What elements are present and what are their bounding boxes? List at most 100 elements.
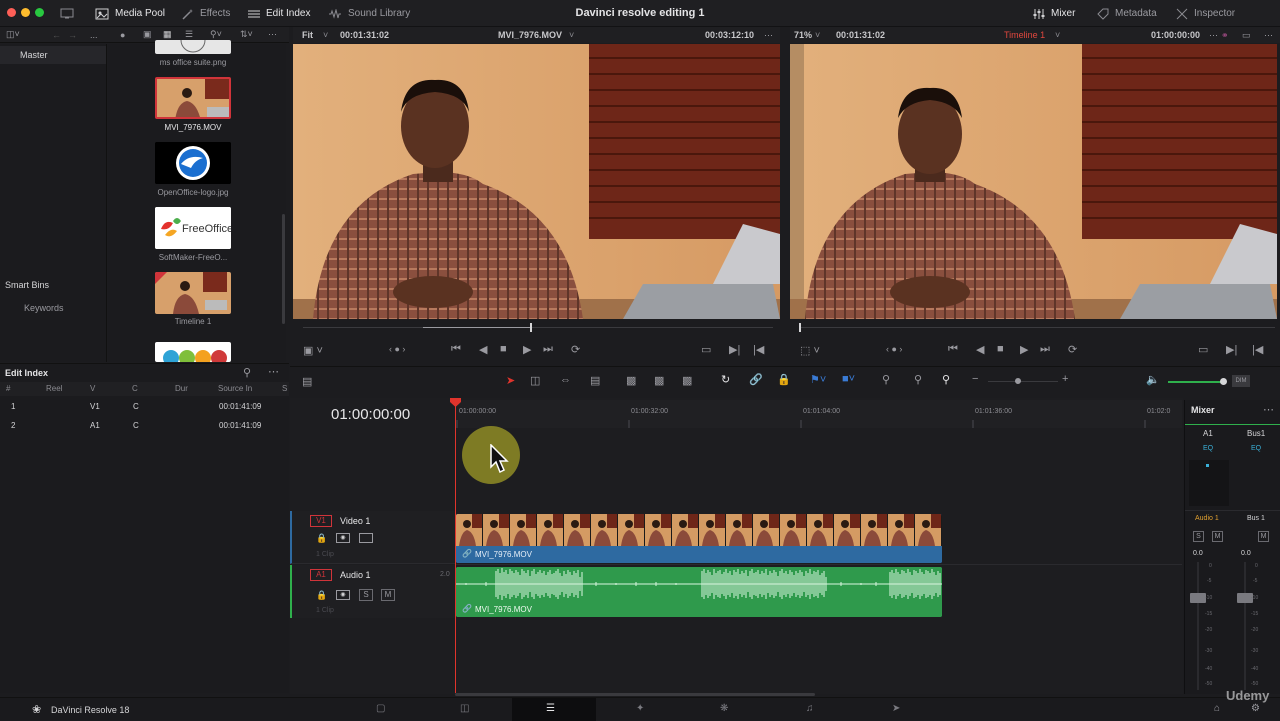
- playhead-line[interactable]: [455, 405, 456, 693]
- volume-slider-handle[interactable]: [1220, 378, 1227, 385]
- table-row[interactable]: 2 A1 C 00:01:41:09: [0, 418, 289, 434]
- media-thumb-mvi-7976[interactable]: [155, 77, 231, 119]
- more-options-icon[interactable]: ...: [90, 30, 98, 40]
- a1-track-id[interactable]: A1: [310, 569, 332, 581]
- home-icon[interactable]: ⌂: [1214, 703, 1220, 714]
- col-header[interactable]: C: [132, 384, 138, 393]
- timeline-viewer-playhead[interactable]: [799, 323, 801, 332]
- zoom-dropdown-icon[interactable]: ˅: [815, 30, 820, 40]
- overwrite-clip-icon[interactable]: ▩: [654, 374, 664, 387]
- zoom-dropdown-icon[interactable]: ˅: [323, 30, 328, 40]
- timeline-scrollbar[interactable]: [455, 693, 815, 696]
- eq-button-2[interactable]: EQ: [1251, 445, 1261, 452]
- grid-view-icon[interactable]: ▦: [163, 29, 172, 40]
- zoom-detail-icon[interactable]: ⚲: [914, 373, 922, 386]
- mark-out-icon[interactable]: |◀: [1252, 343, 1263, 356]
- play-reverse-icon[interactable]: ◀: [479, 343, 487, 356]
- video-track-name[interactable]: Video 1: [340, 516, 370, 526]
- options-icon[interactable]: ⋯: [268, 29, 277, 40]
- timeline-dropdown-icon[interactable]: ˅: [1055, 30, 1060, 40]
- go-to-start-icon[interactable]: ⏮: [948, 343, 958, 356]
- flag-icon[interactable]: ⚑˅: [810, 373, 826, 386]
- bus-mute-button[interactable]: M: [1258, 531, 1269, 542]
- play-icon[interactable]: ▶: [523, 343, 531, 356]
- video-track-header[interactable]: V1 Video 1 🔒 ◉ 1 Clip: [290, 511, 455, 564]
- source-viewer[interactable]: [293, 44, 780, 319]
- zoom-full-icon[interactable]: ⚲: [882, 373, 890, 386]
- jog-icon[interactable]: ‹ ● ›: [886, 344, 902, 354]
- pan-control[interactable]: [1189, 460, 1229, 506]
- audio-track-name[interactable]: Audio 1: [340, 570, 371, 580]
- edit-index-button[interactable]: Edit Index: [248, 0, 310, 27]
- play-reverse-icon[interactable]: ◀: [976, 343, 984, 356]
- mute-button[interactable]: M: [381, 589, 395, 601]
- deliver-page-icon[interactable]: ➤: [892, 703, 900, 714]
- media-thumb-colors[interactable]: [155, 342, 231, 362]
- col-header[interactable]: V: [90, 384, 95, 393]
- volume-slider[interactable]: [1168, 381, 1224, 383]
- timeline-view-options-icon[interactable]: ▤: [302, 375, 312, 388]
- media-thumb-ms-office[interactable]: [155, 40, 231, 54]
- lock-icon[interactable]: 🔒: [316, 533, 327, 544]
- source-scrubber[interactable]: [303, 327, 773, 328]
- color-page-icon[interactable]: ❋: [720, 703, 728, 714]
- snapping-icon[interactable]: ↻: [721, 373, 730, 386]
- mark-in-icon[interactable]: ▶|: [729, 343, 740, 356]
- dot-icon[interactable]: ●: [120, 30, 125, 40]
- forward-icon[interactable]: →: [68, 30, 77, 40]
- cut-page-icon[interactable]: ◫: [460, 703, 469, 714]
- viewer-options-icon[interactable]: ⋯: [1264, 30, 1273, 41]
- back-icon[interactable]: ←: [52, 30, 61, 40]
- solo-button[interactable]: S: [359, 589, 373, 601]
- zoom-custom-icon[interactable]: ⚲: [942, 373, 950, 386]
- mixer-options-icon[interactable]: ⋯: [1263, 403, 1274, 416]
- mixer-solo-button[interactable]: S: [1193, 531, 1204, 542]
- marker-icon[interactable]: ■˅: [842, 373, 855, 385]
- mark-in-icon[interactable]: ▶|: [1226, 343, 1237, 356]
- play-icon[interactable]: ▶: [1020, 343, 1028, 356]
- source-options-icon[interactable]: ⋯: [764, 30, 773, 41]
- fullscreen-icon[interactable]: ▭: [1242, 30, 1251, 41]
- col-header[interactable]: Source In: [218, 384, 252, 393]
- media-page-icon[interactable]: ▢: [376, 703, 385, 714]
- col-header[interactable]: #: [6, 384, 10, 393]
- minimize-window-button[interactable]: [21, 8, 30, 17]
- linked-selection-icon[interactable]: 🔗: [749, 373, 763, 386]
- blade-tool-icon[interactable]: ▤: [590, 374, 600, 387]
- timeline-zoom[interactable]: 71%: [794, 30, 812, 40]
- smart-bin-keywords[interactable]: Keywords: [24, 303, 64, 313]
- zoom-in-icon[interactable]: +: [1062, 373, 1068, 385]
- fader-handle-1[interactable]: [1190, 593, 1206, 603]
- dynamic-trim-icon[interactable]: ⇔: [560, 374, 571, 386]
- inspector-button[interactable]: Inspector: [1176, 0, 1235, 27]
- mixer-mute-button[interactable]: M: [1212, 531, 1223, 542]
- dim-icon[interactable]: DIM: [1232, 375, 1250, 387]
- edit-index-options-icon[interactable]: ⋯: [268, 365, 279, 378]
- zoom-out-icon[interactable]: −: [972, 373, 978, 385]
- fairlight-page-icon[interactable]: ♫: [806, 703, 814, 714]
- media-thumb-softmaker[interactable]: FreeOffice: [155, 207, 231, 249]
- col-header[interactable]: Dur: [175, 384, 188, 393]
- selection-tool-icon[interactable]: ➤: [506, 374, 515, 387]
- lock-icon[interactable]: 🔒: [777, 373, 791, 386]
- clip-dropdown-icon[interactable]: ˅: [569, 30, 574, 40]
- go-to-start-icon[interactable]: ⏮: [451, 343, 461, 356]
- source-zoom[interactable]: Fit: [302, 30, 313, 40]
- media-scrollbar[interactable]: [282, 214, 285, 324]
- transform-icon[interactable]: ⬚ ˅: [800, 344, 820, 357]
- source-playhead[interactable]: [530, 323, 532, 332]
- loop-icon[interactable]: ⟳: [571, 343, 580, 356]
- source-clip-name[interactable]: MVI_7976.MOV: [498, 30, 562, 40]
- search-icon[interactable]: ⚲˅: [210, 29, 222, 40]
- match-frame-icon[interactable]: ▭: [701, 343, 711, 356]
- go-to-end-icon[interactable]: ⏭: [1040, 343, 1050, 356]
- col-header[interactable]: S: [282, 384, 287, 393]
- media-thumb-timeline-1[interactable]: [155, 272, 231, 314]
- timeline-viewer[interactable]: [790, 44, 1277, 319]
- bin-master[interactable]: Master: [0, 46, 106, 64]
- monitor-icon[interactable]: [60, 0, 74, 27]
- stop-icon[interactable]: ■: [997, 343, 1004, 355]
- go-to-end-icon[interactable]: ⏭: [543, 343, 553, 356]
- jog-icon[interactable]: ‹ ● ›: [389, 344, 405, 354]
- sound-library-button[interactable]: Sound Library: [328, 0, 410, 27]
